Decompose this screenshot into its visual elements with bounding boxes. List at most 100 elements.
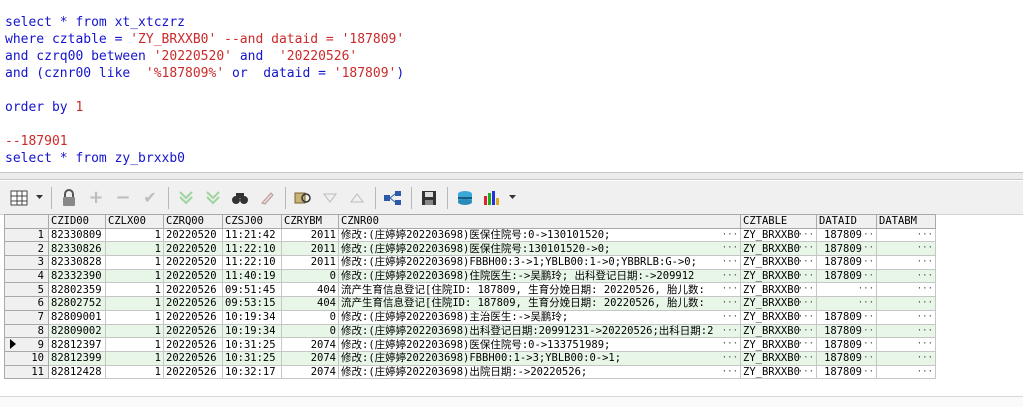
cell-dataid[interactable]: 187809 (816, 309, 877, 325)
save-icon[interactable] (418, 187, 440, 209)
cell-czsj00[interactable]: 10:31:25 (222, 350, 282, 366)
cell-czid00[interactable]: 82330826 (48, 241, 106, 257)
cell-czrq00[interactable]: 20220520 (163, 268, 223, 284)
cell-czrq00[interactable]: 20220526 (163, 296, 223, 311)
cell-dataid[interactable]: 187809 (816, 364, 877, 380)
row-number[interactable]: 6 (4, 296, 49, 311)
table-row[interactable]: 9 82812397 1 20220526 10:31:25 2074 修改:(庄婷婷202… (4, 337, 936, 352)
table-row[interactable]: 6 82802752 1 20220526 09:53:15 404 流产生育信息登记[住院… (4, 296, 936, 311)
table-row[interactable]: 8 82809002 1 20220526 10:19:34 0 修改:(庄婷婷202203… (4, 323, 936, 339)
cell-cztable[interactable]: ZY_BRXXB0 (740, 255, 817, 270)
cell-databm[interactable] (876, 350, 936, 366)
delete-record-icon[interactable]: − (112, 187, 134, 209)
editor-line[interactable]: select * from xt_xtczrz (5, 14, 1023, 31)
cell-cztable[interactable]: ZY_BRXXB0 (740, 309, 817, 325)
cell-dataid[interactable]: 187809 (816, 241, 877, 257)
cell-cznr00[interactable]: 修改:(庄婷婷202203698)FBBH00:3->1;YBLB00:1->0… (338, 255, 741, 270)
pane-splitter[interactable] (0, 172, 1023, 180)
cell-czrq00[interactable]: 20220520 (163, 255, 223, 270)
cell-czrybm[interactable]: 0 (281, 309, 339, 325)
column-header-cztable[interactable]: CZTABLE (740, 214, 817, 229)
editor-line[interactable]: where cztable = 'ZY_BRXXB0' --and dataid… (5, 31, 1023, 48)
grid-view-icon[interactable] (8, 187, 30, 209)
cell-czsj00[interactable]: 11:22:10 (222, 241, 282, 257)
cell-cznr00[interactable]: 修改:(庄婷婷202203698)住院医生:->吴鹏玲; 出科登记日期:->20… (338, 268, 741, 284)
cell-czid00[interactable]: 82809001 (48, 309, 106, 325)
table-row[interactable]: 10 82812399 1 20220526 10:31:25 2074 修改:(庄婷婷20… (4, 350, 936, 366)
row-number[interactable]: 3 (4, 255, 49, 270)
cell-databm[interactable] (876, 241, 936, 257)
row-number[interactable]: 1 (4, 227, 49, 243)
cell-databm[interactable] (876, 227, 936, 243)
cell-databm[interactable] (876, 282, 936, 298)
cell-cztable[interactable]: ZY_BRXXB0 (740, 227, 817, 243)
cell-czsj00[interactable]: 11:40:19 (222, 268, 282, 284)
row-number[interactable]: 2 (4, 241, 49, 257)
cell-czrq00[interactable]: 20220520 (163, 241, 223, 257)
cell-czrq00[interactable]: 20220520 (163, 227, 223, 243)
cell-czsj00[interactable]: 10:32:17 (222, 364, 282, 380)
table-row[interactable]: 4 82332390 1 20220520 11:40:19 0 修改:(庄婷婷202203… (4, 268, 936, 284)
cell-czrybm[interactable]: 2011 (281, 241, 339, 257)
cell-czrybm[interactable]: 2074 (281, 364, 339, 380)
cell-cznr00[interactable]: 修改:(庄婷婷202203698)主治医生:->吴鹏玲; (338, 309, 741, 325)
cell-czrybm[interactable]: 0 (281, 268, 339, 284)
editor-line[interactable] (5, 82, 1023, 99)
export-icon[interactable] (382, 187, 404, 209)
cell-dataid[interactable]: 187809 (816, 268, 877, 284)
cell-czid00[interactable]: 82809002 (48, 323, 106, 339)
row-number[interactable]: 4 (4, 268, 49, 284)
cell-databm[interactable] (876, 255, 936, 270)
cell-czlx00[interactable]: 1 (105, 337, 164, 352)
chevron-down-icon[interactable] (508, 187, 516, 209)
column-header-czrq00[interactable]: CZRQ00 (163, 214, 223, 229)
cell-cztable[interactable]: ZY_BRXXB0 (740, 296, 817, 311)
database-icon[interactable] (454, 187, 476, 209)
cell-czlx00[interactable]: 1 (105, 296, 164, 311)
lock-icon[interactable] (58, 187, 80, 209)
cell-cztable[interactable]: ZY_BRXXB0 (740, 337, 817, 352)
cell-czrybm[interactable]: 404 (281, 282, 339, 298)
cell-czrq00[interactable]: 20220526 (163, 350, 223, 366)
chart-icon[interactable] (481, 187, 503, 209)
cell-cznr00[interactable]: 修改:(庄婷婷202203698)出科登记日期:20991231->202205… (338, 323, 741, 339)
table-row[interactable]: 2 82330826 1 20220520 11:22:10 2011 修改:(庄婷婷202… (4, 241, 936, 257)
cell-czrq00[interactable]: 20220526 (163, 364, 223, 380)
cell-cznr00[interactable]: 修改:(庄婷婷202203698)医保住院号:130101520->0; (338, 241, 741, 257)
cell-czrq00[interactable]: 20220526 (163, 337, 223, 352)
row-number[interactable]: 7 (4, 309, 49, 325)
cell-czid00[interactable]: 82812428 (48, 364, 106, 380)
cell-czrybm[interactable]: 2011 (281, 227, 339, 243)
cell-czid00[interactable]: 82812399 (48, 350, 106, 366)
cell-czrybm[interactable]: 2074 (281, 350, 339, 366)
query-by-example-icon[interactable] (292, 187, 314, 209)
cell-czrybm[interactable]: 2074 (281, 337, 339, 352)
add-record-icon[interactable]: + (85, 187, 107, 209)
cell-cznr00[interactable]: 修改:(庄婷婷202203698)医保住院号:0->133751989; (338, 337, 741, 352)
cell-cztable[interactable]: ZY_BRXXB0 (740, 364, 817, 380)
cell-czid00[interactable]: 82812397 (48, 337, 106, 352)
find-icon[interactable] (229, 187, 251, 209)
sort-down-icon[interactable] (319, 187, 341, 209)
cell-databm[interactable] (876, 268, 936, 284)
cell-databm[interactable] (876, 323, 936, 339)
grid-corner[interactable] (4, 214, 49, 229)
cell-czrybm[interactable]: 2011 (281, 255, 339, 270)
row-number[interactable]: 10 (4, 350, 49, 366)
cell-czsj00[interactable]: 11:22:10 (222, 255, 282, 270)
editor-line[interactable] (5, 116, 1023, 133)
cell-czid00[interactable]: 82802359 (48, 282, 106, 298)
cell-databm[interactable] (876, 364, 936, 380)
column-header-czid00[interactable]: CZID00 (48, 214, 106, 229)
cell-czrq00[interactable]: 20220526 (163, 309, 223, 325)
cell-czrq00[interactable]: 20220526 (163, 282, 223, 298)
cell-czlx00[interactable]: 1 (105, 268, 164, 284)
cell-cznr00[interactable]: 修改:(庄婷婷202203698)医保住院号:0->130101520; (338, 227, 741, 243)
column-header-databm[interactable]: DATABM (876, 214, 936, 229)
cell-cztable[interactable]: ZY_BRXXB0 (740, 268, 817, 284)
cell-cznr00[interactable]: 流产生育信息登记[住院ID: 187809, 生育分娩日期: 20220526,… (338, 296, 741, 311)
filter-clear-icon[interactable] (202, 187, 224, 209)
cell-czlx00[interactable]: 1 (105, 309, 164, 325)
editor-line[interactable]: select * from zy_brxxb0 (5, 150, 1023, 167)
row-number[interactable]: 8 (4, 323, 49, 339)
